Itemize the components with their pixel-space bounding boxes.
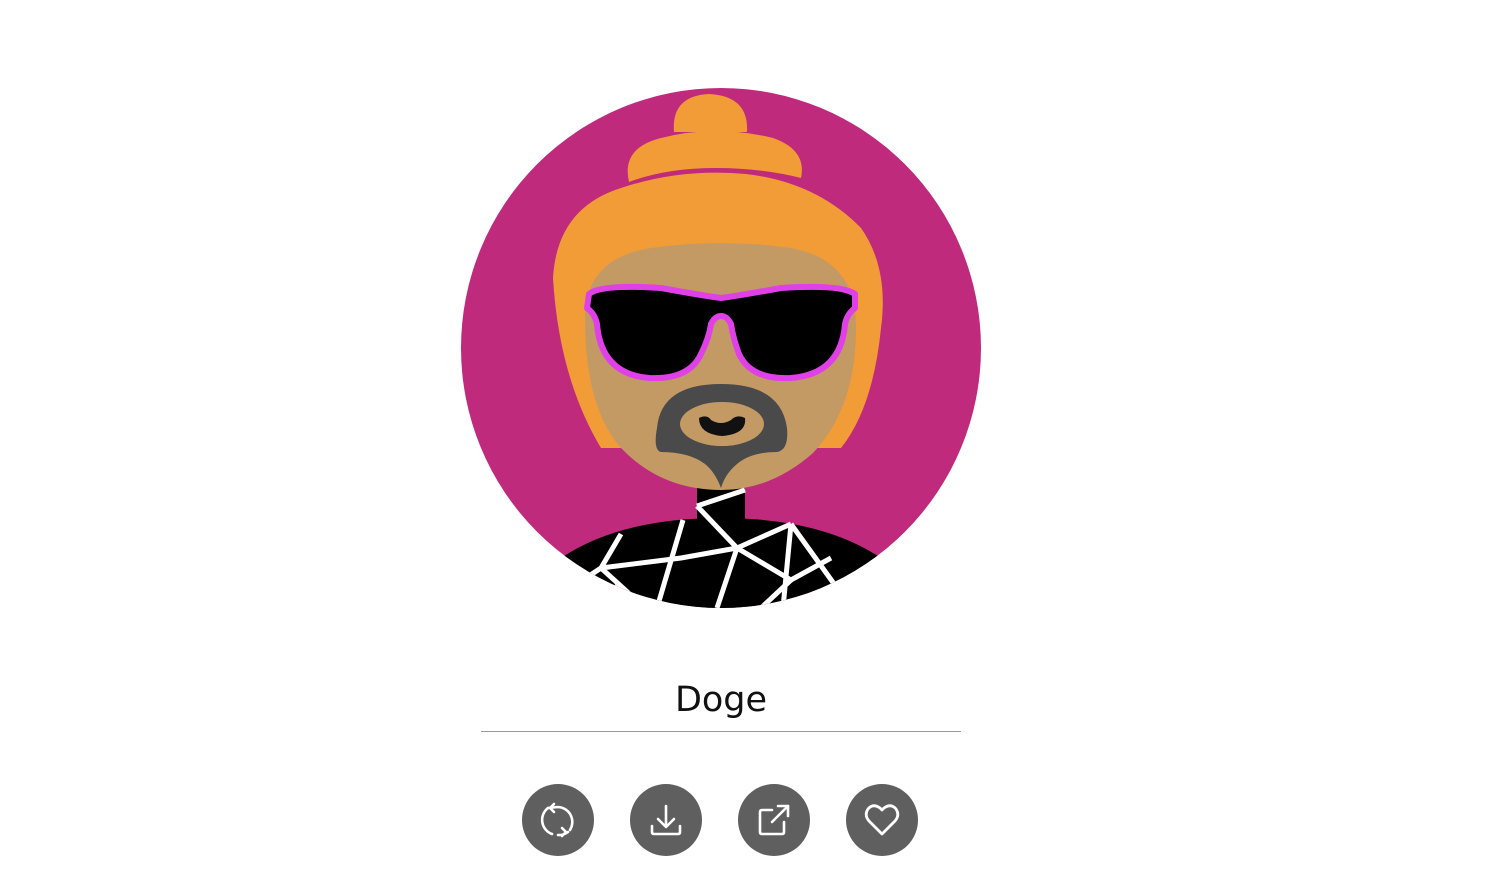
name-input[interactable]: [481, 676, 961, 732]
external-link-icon: [758, 804, 790, 836]
download-button[interactable]: [630, 784, 702, 856]
refresh-icon: [540, 802, 574, 838]
download-icon: [650, 804, 682, 836]
action-bar: [522, 784, 922, 858]
regenerate-button[interactable]: [522, 784, 594, 856]
favorite-button[interactable]: [846, 784, 918, 856]
avatar-image: [461, 88, 981, 608]
share-button[interactable]: [738, 784, 810, 856]
avatar-illustration: [461, 88, 981, 608]
name-field-wrapper: [481, 676, 961, 732]
heart-icon: [864, 804, 900, 836]
